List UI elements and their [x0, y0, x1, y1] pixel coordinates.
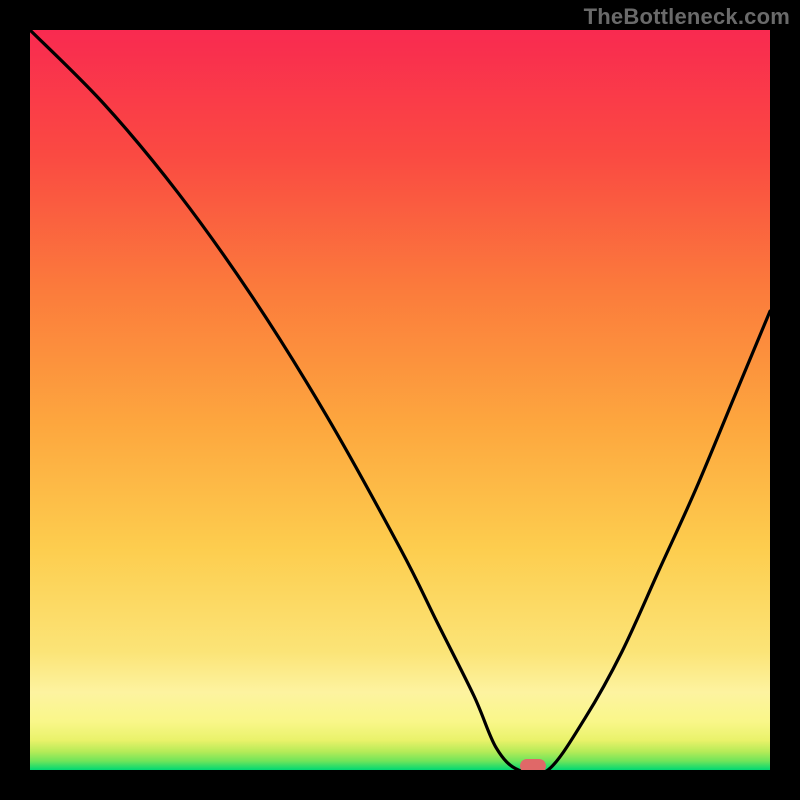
optimal-point-marker — [520, 759, 546, 770]
chart-frame: TheBottleneck.com — [0, 0, 800, 800]
watermark-label: TheBottleneck.com — [584, 4, 790, 30]
background-gradient — [30, 30, 770, 770]
plot-area — [30, 30, 770, 770]
